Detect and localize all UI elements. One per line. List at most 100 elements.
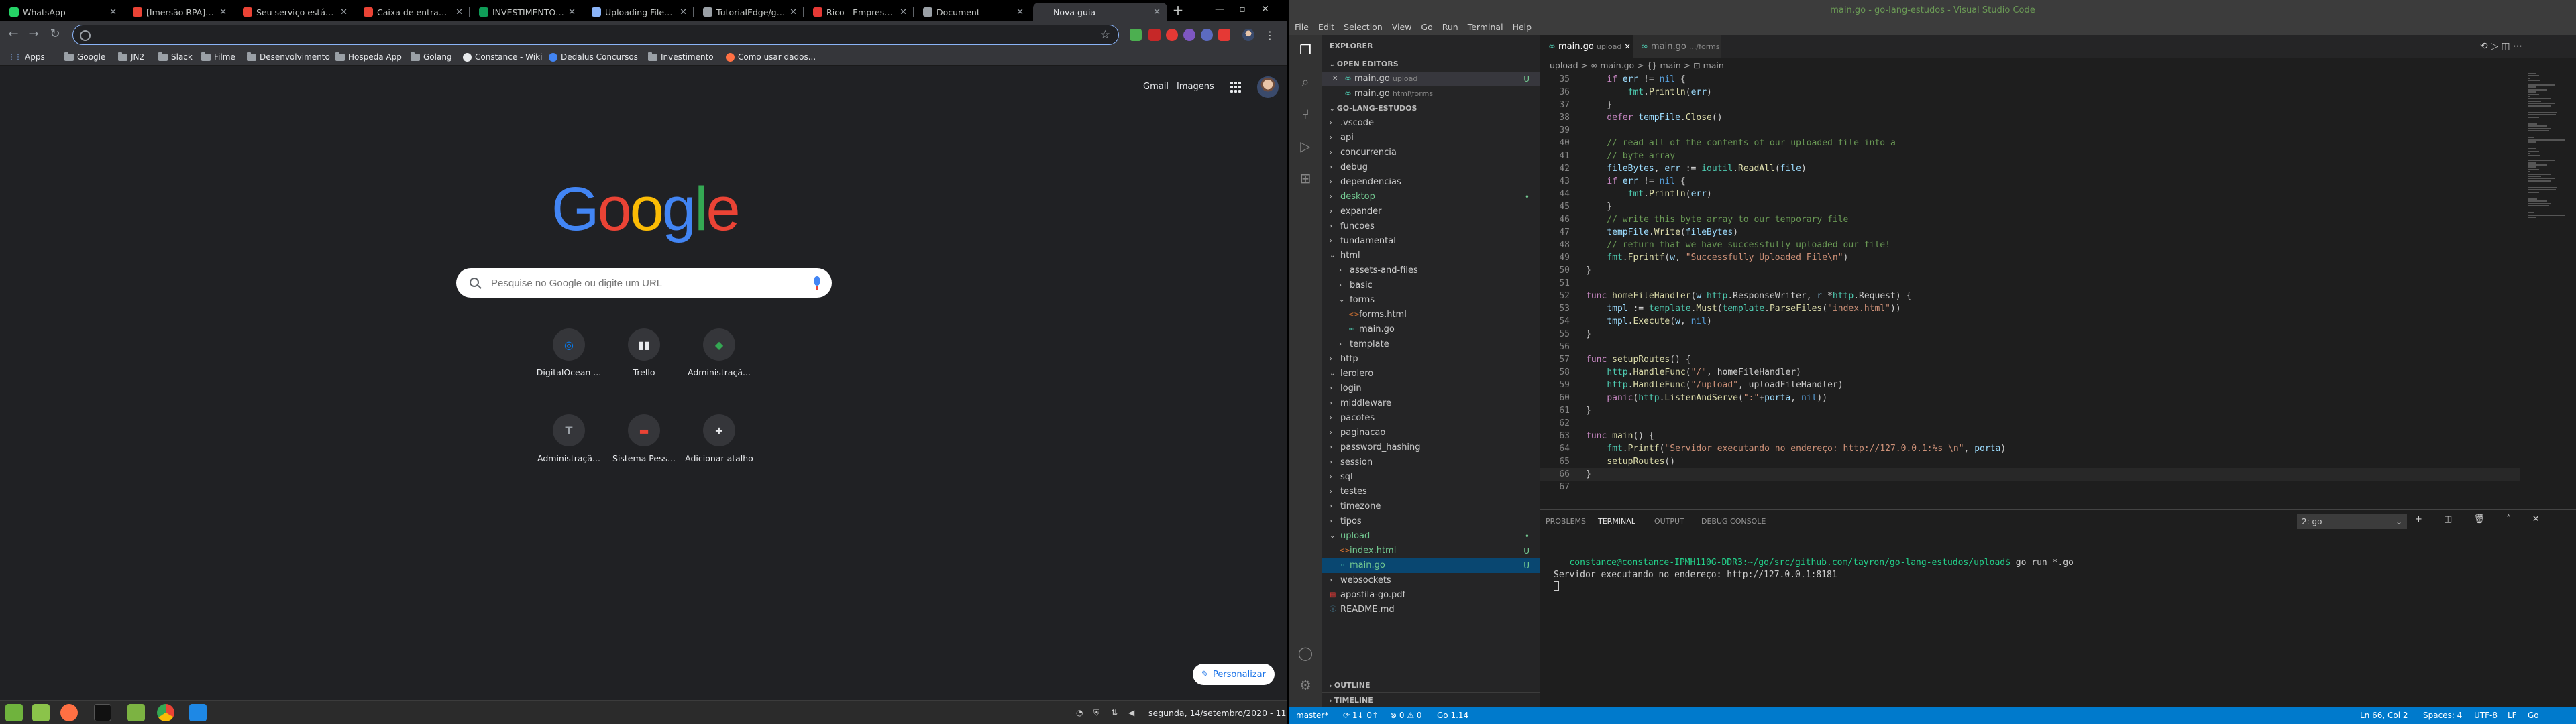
bookmark-item[interactable]: Como usar dados... [726, 51, 816, 63]
panel-tab[interactable]: DEBUG CONSOLE [1701, 517, 1766, 526]
tree-item[interactable]: › basic [1322, 278, 1540, 293]
cursor-position[interactable]: Ln 66, Col 2 [2360, 707, 2408, 724]
split-editor-icon[interactable]: ⟲ ▷ ◫ ⋯ [2480, 41, 2522, 52]
tree-item[interactable]: › pacotes [1322, 411, 1540, 426]
menu-item[interactable]: View [1392, 20, 1412, 35]
start-menu-icon[interactable] [5, 704, 23, 721]
customize-button[interactable]: ✎ Personalizar [1193, 664, 1275, 685]
tree-item[interactable]: ⌄ forms [1322, 293, 1540, 308]
source-control-icon[interactable]: ⑂ [1297, 106, 1313, 122]
gear-icon[interactable]: ⚙ [1297, 677, 1313, 693]
terminal-actions[interactable]: + ◫ 🗑 ˄ ✕ [2415, 514, 2549, 524]
menu-item[interactable]: Help [1513, 20, 1532, 35]
search-input[interactable] [491, 276, 786, 290]
run-debug-icon[interactable]: ▷ [1297, 138, 1313, 154]
tree-item[interactable]: ∞ main.go U [1322, 558, 1540, 573]
extension-icon[interactable] [1218, 29, 1230, 41]
extension-icon[interactable] [1201, 29, 1213, 41]
go-version[interactable]: Go 1.14 [1437, 707, 1468, 724]
bookmark-item[interactable]: Slack [158, 51, 193, 63]
tree-item[interactable]: › fundamental [1322, 234, 1540, 249]
breadcrumb[interactable]: upload > ∞ main.go > {} main > ⊡ main [1540, 58, 2576, 73]
back-icon[interactable]: ← [7, 28, 20, 42]
close-icon[interactable]: ✕ [680, 7, 687, 17]
tree-item[interactable]: ⌄ html [1322, 249, 1540, 263]
menu-item[interactable]: Terminal [1468, 20, 1503, 35]
account-icon[interactable]: ◯ [1297, 645, 1313, 661]
new-tab-button[interactable]: + [1171, 3, 1185, 17]
close-icon[interactable]: ✕ [790, 7, 797, 17]
tree-item[interactable]: › template [1322, 337, 1540, 352]
shortcut-tile[interactable]: ▮▮ Trello [606, 328, 682, 377]
tree-item[interactable]: › concurrencia [1322, 145, 1540, 160]
vscode-icon[interactable] [189, 704, 207, 721]
close-icon[interactable]: ✕ [900, 7, 907, 17]
address-bar[interactable]: ☆ [72, 25, 1119, 45]
editor-tab[interactable]: ∞ main.go upload ✕ [1540, 35, 1633, 58]
close-icon[interactable]: ✕ [340, 7, 347, 17]
tree-item[interactable]: ⌄ upload • [1322, 529, 1540, 544]
panel-tab[interactable]: OUTPUT [1654, 517, 1684, 526]
close-icon[interactable]: ✕ [1153, 7, 1161, 17]
browser-tab[interactable]: INVESTIMENTO - ... ✕ [472, 3, 582, 21]
menu-item[interactable]: Selection [1344, 20, 1383, 35]
browser-tab[interactable]: TutorialEdge/go-fil... ✕ [696, 3, 804, 21]
tree-item[interactable]: › login [1322, 381, 1540, 396]
close-icon[interactable]: ✕ [1016, 7, 1024, 17]
extension-icon[interactable] [1130, 29, 1142, 41]
update-icon[interactable]: ⇅ [1111, 708, 1120, 717]
shield-icon[interactable]: ⛨ [1093, 708, 1103, 717]
menu-item[interactable]: Run [1442, 20, 1458, 35]
firefox-icon[interactable] [60, 704, 78, 721]
eol[interactable]: LF [2508, 707, 2517, 724]
open-editors-header[interactable]: ⌄ OPEN EDITORS [1322, 57, 1540, 72]
tree-item[interactable]: › paginacao [1322, 426, 1540, 440]
tree-item[interactable]: › desktop • [1322, 190, 1540, 204]
tree-item[interactable]: ⓘ README.md [1322, 603, 1540, 617]
terminal-icon[interactable] [94, 704, 111, 721]
tree-item[interactable]: › session [1322, 455, 1540, 470]
tree-item[interactable]: ⌄ lerolero [1322, 367, 1540, 381]
tree-item[interactable]: › middleware [1322, 396, 1540, 411]
bookmark-item[interactable]: Investimento [648, 51, 714, 63]
shortcut-tile[interactable]: + Adicionar atalho [682, 414, 757, 463]
tree-item[interactable]: <> forms.html [1322, 308, 1540, 322]
project-header[interactable]: ⌄ GO-LANG-ESTUDOS [1322, 101, 1540, 116]
panel-tab[interactable]: TERMINAL [1598, 517, 1635, 528]
browser-tab[interactable]: WhatsApp ✕ [3, 3, 123, 21]
menu-item[interactable]: Go [1421, 20, 1432, 35]
minimize-button[interactable]: — [1213, 4, 1226, 17]
menu-icon[interactable]: ⋮ [1264, 29, 1276, 42]
bookmark-item[interactable]: Desenvolvimento [247, 51, 330, 63]
volume-icon[interactable]: ◀ [1128, 708, 1138, 717]
avatar[interactable] [1257, 76, 1279, 98]
bookmark-item[interactable]: Hospeda App [335, 51, 402, 63]
browser-tab[interactable]: [Imersão RPA] T3 ... ✕ [126, 3, 233, 21]
tree-item[interactable]: › sql [1322, 470, 1540, 485]
shortcut-tile[interactable]: ◎ DigitalOcean ... [531, 328, 606, 377]
bookmark-item[interactable]: Filme [201, 51, 235, 63]
bookmark-item[interactable]: ⋮⋮ Apps [8, 51, 45, 63]
extension-icon[interactable] [1183, 29, 1195, 41]
menu-item[interactable]: File [1295, 20, 1309, 35]
language-mode[interactable]: Go [2528, 707, 2539, 724]
google-apps-icon[interactable] [1230, 82, 1241, 93]
forward-icon[interactable]: → [27, 28, 40, 42]
tree-item[interactable]: › timezone [1322, 499, 1540, 514]
browser-tab[interactable]: Seu serviço está p... ✕ [236, 3, 354, 21]
tree-item[interactable]: › expander [1322, 204, 1540, 219]
editor-tab[interactable]: ∞ main.go .../forms [1633, 35, 1721, 58]
close-icon[interactable]: ✕ [1332, 72, 1338, 86]
code-editor[interactable]: 35 if err != nil {36 fmt.Println(err) 37 … [1540, 73, 2520, 509]
search-box[interactable] [456, 268, 832, 298]
outline-header[interactable]: › OUTLINE [1322, 678, 1540, 692]
reload-icon[interactable]: ↻ [48, 28, 62, 42]
open-editor-item[interactable]: ∞ main.go html\forms [1322, 86, 1540, 101]
close-icon[interactable]: ✕ [568, 7, 576, 17]
browser-tab[interactable]: Document ✕ [916, 3, 1030, 21]
bookmark-star-icon[interactable]: ☆ [1100, 28, 1110, 42]
browser-tab[interactable]: Uploading Files in ... ✕ [585, 3, 694, 21]
git-branch[interactable]: master* [1296, 707, 1328, 724]
tree-item[interactable]: › password_hashing [1322, 440, 1540, 455]
tree-item[interactable]: <> index.html U [1322, 544, 1540, 558]
